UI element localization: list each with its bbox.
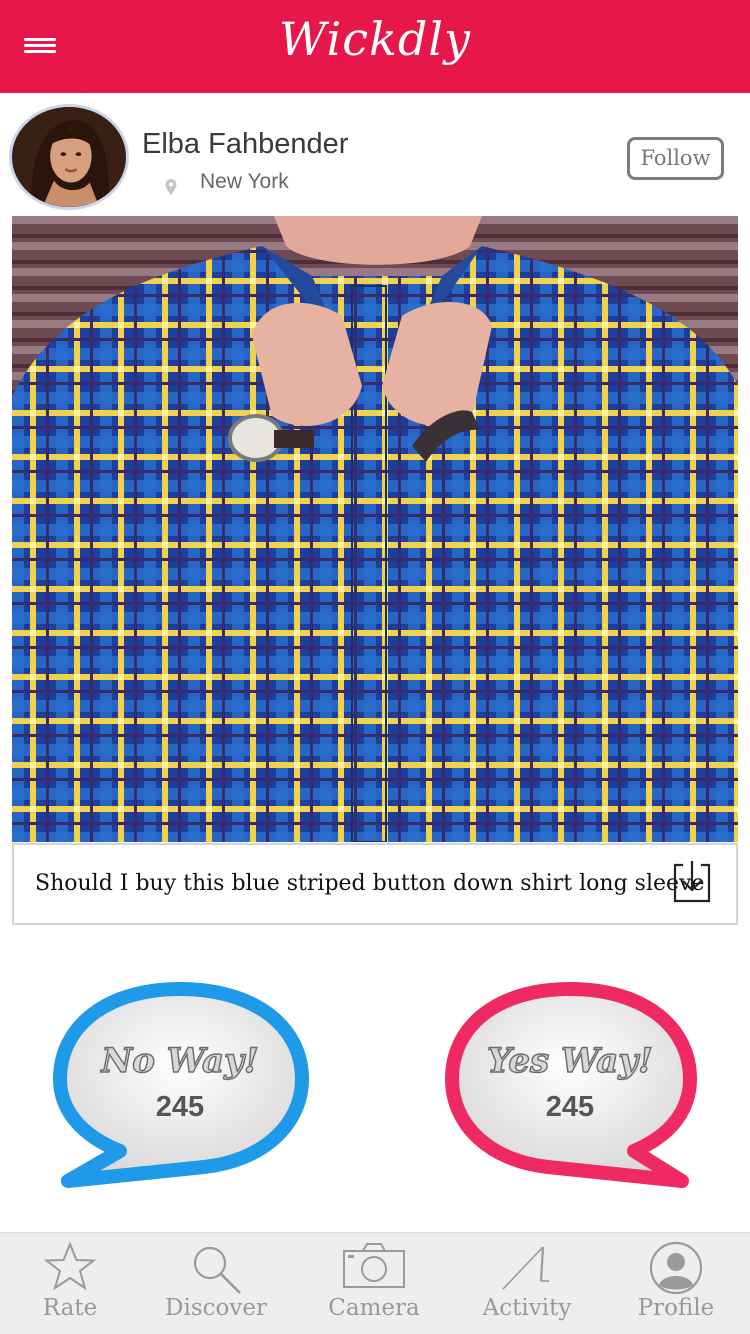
yes-way-label: Yes Way! bbox=[486, 1040, 653, 1081]
tab-profile-label: Profile bbox=[637, 1295, 715, 1321]
tab-activity-label: Activity bbox=[482, 1295, 572, 1321]
star-icon bbox=[43, 1241, 97, 1291]
avatar-image bbox=[12, 107, 126, 207]
no-way-label: No Way! bbox=[101, 1040, 260, 1081]
search-icon bbox=[193, 1246, 241, 1294]
tab-camera-label: Camera bbox=[328, 1295, 420, 1321]
location-pin-icon bbox=[165, 179, 177, 195]
tab-profile[interactable]: Profile bbox=[614, 1233, 738, 1334]
speech-bubble-icon bbox=[445, 982, 697, 1188]
app-logo: Wickdly bbox=[279, 12, 471, 66]
download-icon[interactable] bbox=[671, 859, 713, 905]
tab-activity[interactable]: Activity bbox=[460, 1233, 594, 1334]
tab-discover-label: Discover bbox=[165, 1295, 267, 1321]
no-way-button[interactable]: No Way! 245 bbox=[40, 975, 320, 1195]
top-bar: Wickdly bbox=[0, 0, 750, 93]
camera-icon bbox=[343, 1243, 405, 1288]
user-name[interactable]: Elba Fahbender bbox=[142, 128, 348, 161]
caption-box: Should I buy this blue striped button do… bbox=[12, 843, 738, 925]
speech-bubble-icon bbox=[53, 982, 309, 1188]
avatar[interactable] bbox=[9, 104, 129, 210]
plaid-shirt-image bbox=[12, 216, 738, 842]
post-photo[interactable] bbox=[12, 216, 738, 842]
yes-way-count: 245 bbox=[545, 1091, 595, 1123]
profile-icon bbox=[649, 1241, 703, 1295]
tab-rate[interactable]: Rate bbox=[10, 1233, 130, 1334]
follow-button[interactable]: Follow bbox=[627, 137, 724, 180]
tab-rate-label: Rate bbox=[42, 1295, 98, 1321]
no-way-count: 245 bbox=[155, 1091, 205, 1123]
bottom-tab-bar: Rate Discover Camera Activity Profile bbox=[0, 1232, 750, 1334]
tab-camera[interactable]: Camera bbox=[310, 1233, 438, 1334]
yes-way-button[interactable]: Yes Way! 245 bbox=[430, 975, 710, 1195]
user-location: New York bbox=[200, 170, 289, 193]
activity-icon bbox=[502, 1246, 549, 1290]
tab-discover[interactable]: Discover bbox=[150, 1233, 282, 1334]
post-caption: Should I buy this blue striped button do… bbox=[35, 871, 705, 896]
